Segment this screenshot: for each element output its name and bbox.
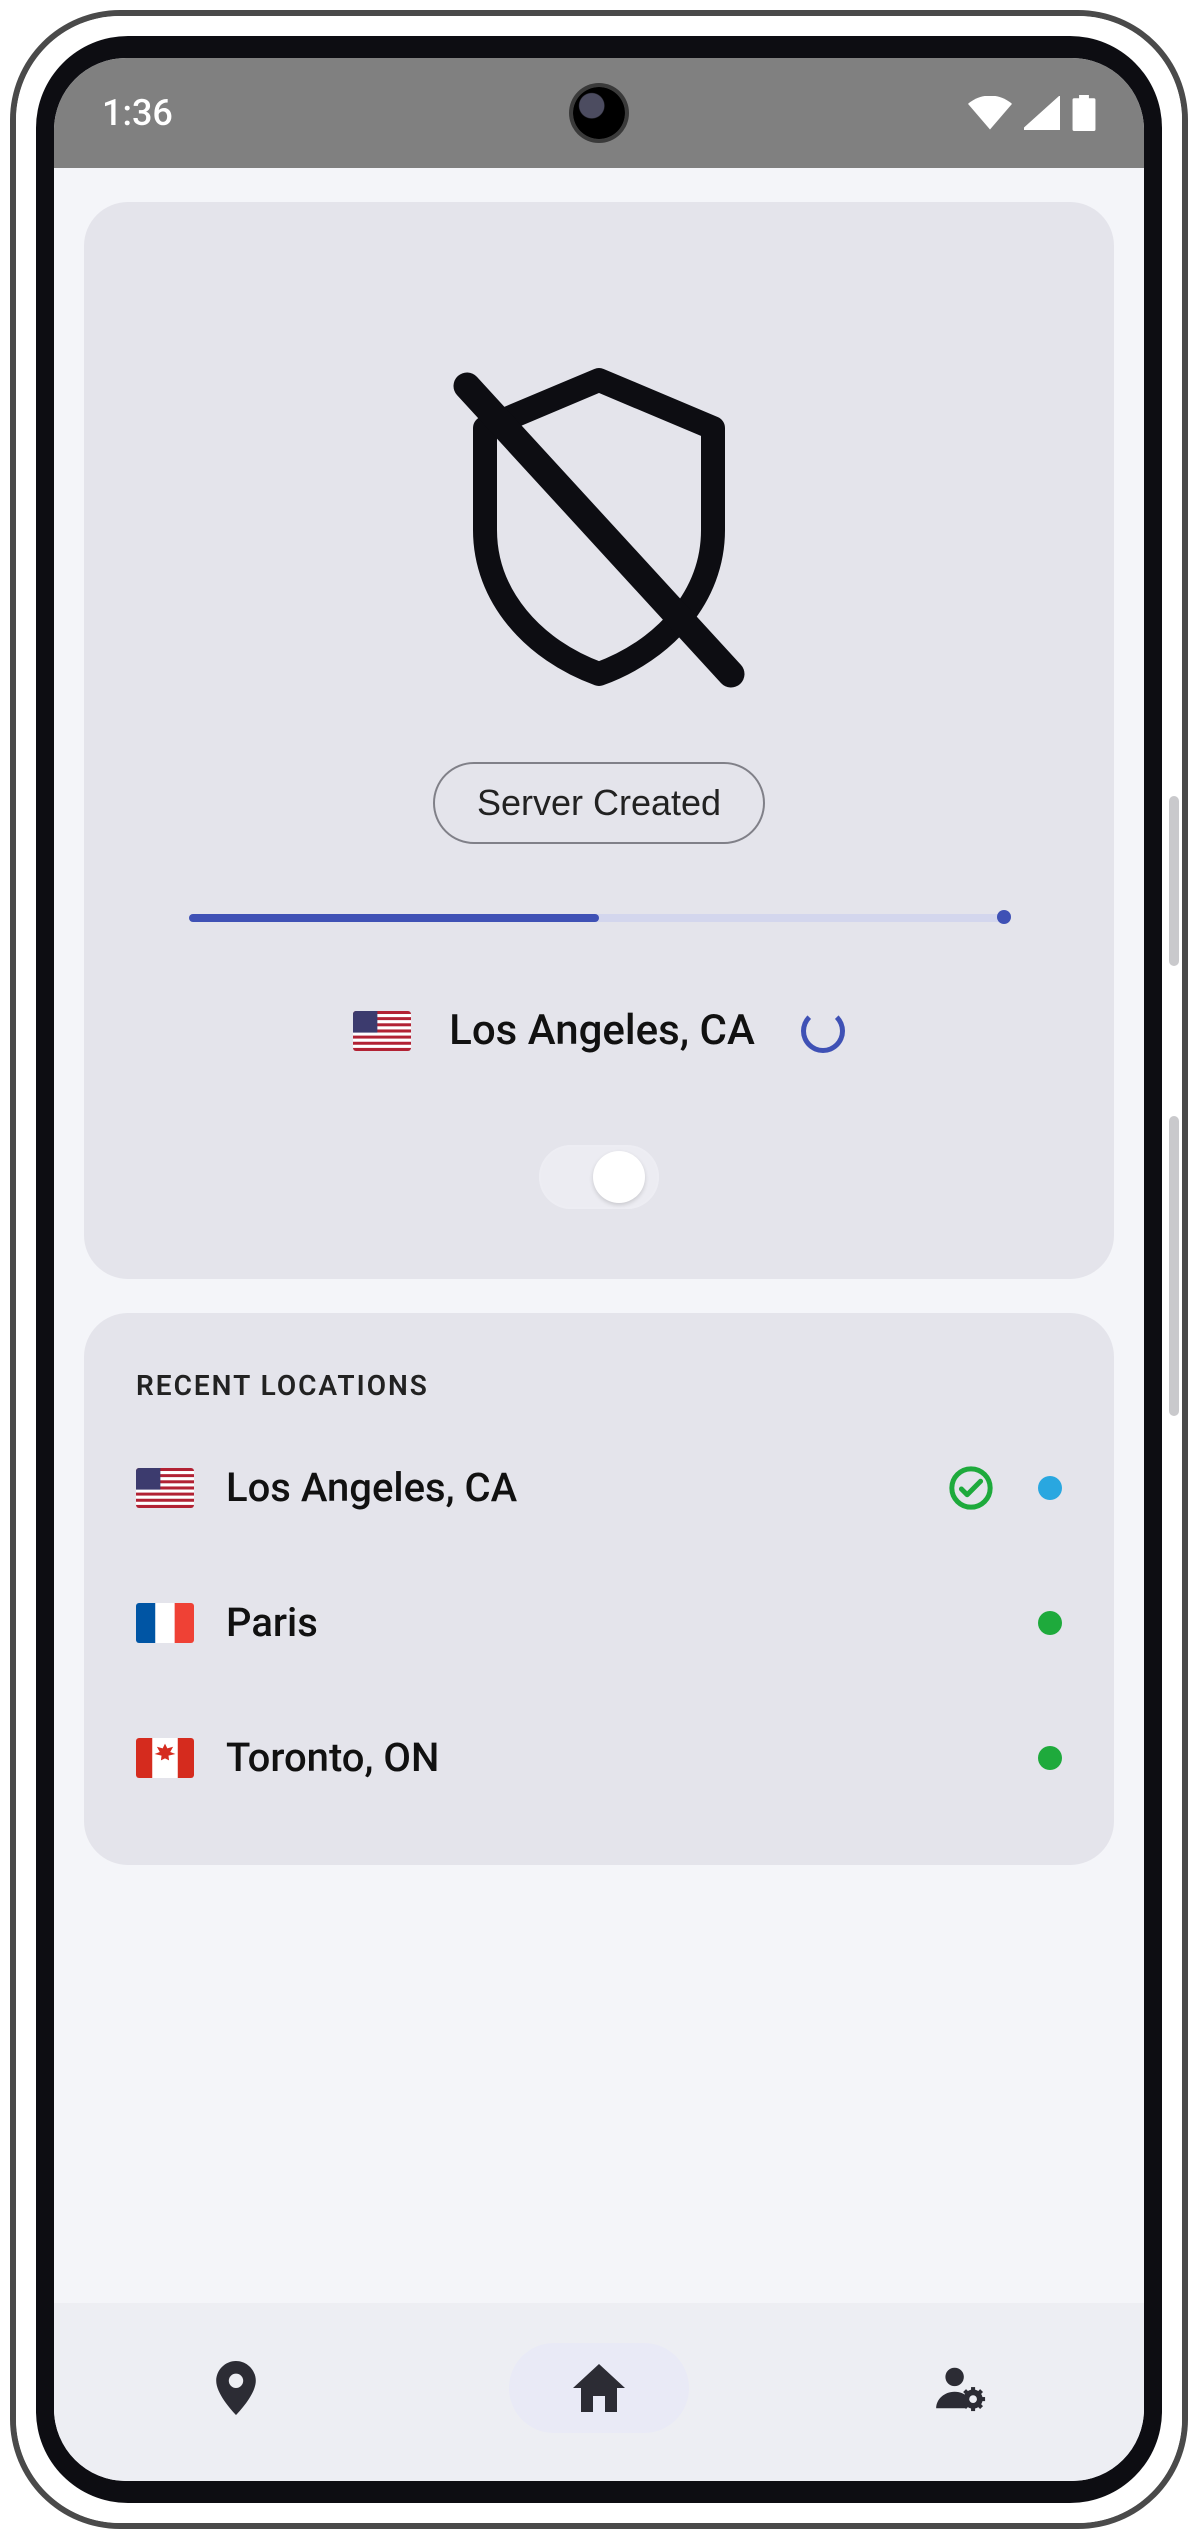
statusbar-time: 1:36	[102, 92, 173, 134]
status-dot-icon	[1038, 1476, 1062, 1500]
front-camera	[573, 87, 625, 139]
nav-locations[interactable]	[146, 2343, 326, 2433]
vpn-status-card: Server Created Los Angeles, CA	[84, 202, 1114, 1279]
wifi-icon	[968, 96, 1012, 130]
recent-location-name: Toronto, ON	[226, 1734, 1006, 1781]
progress-bar	[189, 914, 1009, 922]
nav-home[interactable]	[509, 2343, 689, 2433]
recent-locations-title: RECENT LOCATIONS	[136, 1369, 1062, 1402]
recent-location-item[interactable]: Toronto, ON	[136, 1690, 1062, 1825]
status-dot-icon	[1038, 1746, 1062, 1770]
ca-flag-icon	[136, 1738, 194, 1778]
fr-flag-icon	[136, 1603, 194, 1643]
location-pin-icon	[214, 2361, 258, 2415]
connection-status-button[interactable]: Server Created	[433, 762, 765, 844]
bottom-nav	[54, 2303, 1144, 2481]
shield-off-icon	[449, 362, 749, 692]
selected-check-icon	[948, 1465, 994, 1511]
vpn-toggle[interactable]	[539, 1145, 659, 1209]
recent-location-status	[948, 1465, 1062, 1511]
phone-bezel: 1:36	[16, 16, 1182, 2523]
recent-location-item[interactable]: Paris	[136, 1555, 1062, 1690]
recent-location-name: Los Angeles, CA	[226, 1464, 916, 1511]
side-button-top	[1169, 796, 1179, 966]
current-location-row[interactable]: Los Angeles, CA	[353, 1006, 845, 1055]
statusbar: 1:36	[54, 58, 1144, 168]
nav-account-settings[interactable]	[872, 2343, 1052, 2433]
current-location-name: Los Angeles, CA	[449, 1006, 755, 1055]
us-flag-icon	[136, 1468, 194, 1508]
recent-location-item[interactable]: Los Angeles, CA	[136, 1420, 1062, 1555]
side-button-bottom	[1169, 1116, 1179, 1416]
content-area: Server Created Los Angeles, CA	[54, 168, 1144, 2303]
cellular-icon	[1024, 96, 1060, 130]
us-flag-icon	[353, 1011, 411, 1051]
recent-location-name: Paris	[226, 1599, 1006, 1646]
user-gear-icon	[936, 2364, 988, 2412]
status-dot-icon	[1038, 1611, 1062, 1635]
loading-spinner-icon	[801, 1009, 845, 1053]
recent-location-status	[1038, 1611, 1062, 1635]
status-icons	[968, 95, 1096, 131]
battery-icon	[1072, 95, 1096, 131]
vpn-toggle-knob	[593, 1151, 645, 1203]
recent-location-status	[1038, 1746, 1062, 1770]
recent-locations-card: RECENT LOCATIONS Los Angeles, CA Paris Tor…	[84, 1313, 1114, 1865]
home-icon	[573, 2364, 625, 2412]
